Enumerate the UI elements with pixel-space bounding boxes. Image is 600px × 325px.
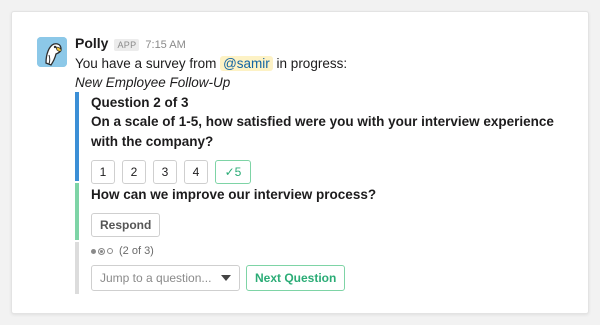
question-number: Question 2 of 3 xyxy=(91,95,189,110)
message-content: Polly APP 7:15 AM You have a survey from… xyxy=(75,35,575,94)
timestamp[interactable]: 7:15 AM xyxy=(145,39,185,51)
question-text: How can we improve our interview process… xyxy=(91,187,377,202)
message-header: Polly APP 7:15 AM xyxy=(75,35,575,53)
caret-down-icon xyxy=(221,275,231,281)
rating-option-1[interactable]: 1 xyxy=(91,160,115,184)
survey-name: New Employee Follow-Up xyxy=(75,75,231,90)
next-question-button[interactable]: Next Question xyxy=(246,265,346,291)
question-section: Question 2 of 3 On a scale of 1-5, how s… xyxy=(75,92,555,184)
rating-option-2[interactable]: 2 xyxy=(122,160,146,184)
question-text: On a scale of 1-5, how satisfied were yo… xyxy=(91,114,554,149)
jump-placeholder: Jump to a question... xyxy=(100,271,212,285)
message-text-before: You have a survey from xyxy=(75,56,221,71)
navigation-row: Jump to a question... Next Question xyxy=(91,265,555,291)
progress-dot-pending xyxy=(107,248,113,254)
progress-dot-current xyxy=(98,247,105,255)
rating-option-3[interactable]: 3 xyxy=(153,160,177,184)
parrot-icon xyxy=(37,37,67,67)
app-badge: APP xyxy=(114,39,140,51)
sender-name[interactable]: Polly xyxy=(75,35,108,51)
message-text-after: in progress: xyxy=(272,56,348,71)
next-question-section: How can we improve our interview process… xyxy=(75,183,555,240)
rating-option-5-selected[interactable]: ✓5 xyxy=(215,160,251,184)
rating-option-4[interactable]: 4 xyxy=(184,160,208,184)
user-mention[interactable]: @samir xyxy=(220,56,273,71)
jump-to-question-select[interactable]: Jump to a question... xyxy=(91,265,240,291)
progress-text: (2 of 3) xyxy=(119,245,154,257)
polly-avatar[interactable] xyxy=(37,37,67,67)
rating-options: 1 2 3 4 ✓5 xyxy=(91,160,555,184)
respond-button[interactable]: Respond xyxy=(91,213,161,237)
message-text: You have a survey from @samir in progres… xyxy=(75,54,575,74)
survey-navigation: (2 of 3) Jump to a question... Next Ques… xyxy=(75,242,555,294)
progress-dots-icon xyxy=(91,247,115,255)
survey-progress: (2 of 3) xyxy=(91,242,555,260)
progress-dot-done xyxy=(91,248,96,254)
